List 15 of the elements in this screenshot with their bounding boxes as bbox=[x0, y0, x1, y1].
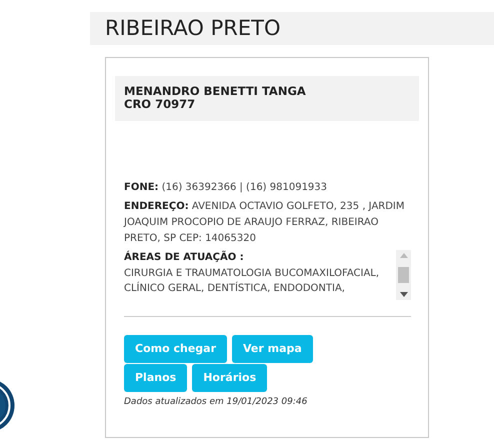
action-button[interactable]: Planos bbox=[124, 364, 188, 392]
action-button[interactable]: Horários bbox=[192, 364, 268, 392]
city-header: RIBEIRAO PRETO bbox=[90, 12, 494, 45]
update-note: Dados atualizados em 19/01/2023 09:46 bbox=[124, 396, 308, 409]
scroll-down-icon[interactable] bbox=[400, 292, 408, 297]
cro-number: CRO 70977 bbox=[124, 98, 196, 111]
scrollbar[interactable] bbox=[396, 250, 411, 300]
phone-text: FONE: (16) 36392366 | (16) 981091933 bbox=[124, 181, 328, 195]
address-text: ENDEREÇO: AVENIDA OCTAVIO GOLFETO, 235 , JARDIM JOAQUIM PROCOPIO DE ARAUJO FERRAZ, RIBEIRAO PRETO, SP CEP: 14065320 bbox=[124, 200, 406, 246]
areas-text: CIRURGIA E TRAUMATOLOGIA BUCOMAXILOFACIAL, CLÍNICO GERAL, DENTÍSTICA, ENDODONTIA, bbox=[124, 267, 380, 296]
action-button[interactable]: Ver mapa bbox=[232, 335, 313, 363]
action-button[interactable]: Como chegar bbox=[124, 335, 228, 363]
dentist-name: MENANDRO BENETTI TANGA bbox=[124, 85, 307, 98]
areas-label: ÁREAS DE ATUAÇÃO : bbox=[124, 250, 245, 265]
scroll-thumb[interactable] bbox=[398, 267, 409, 283]
